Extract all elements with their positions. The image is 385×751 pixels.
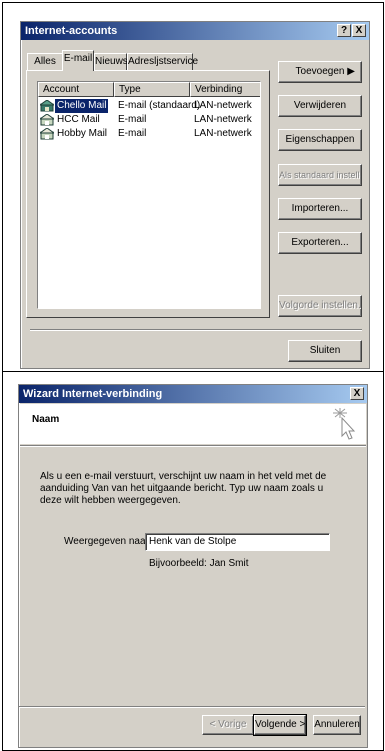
wizard-header: Naam: [20, 404, 366, 444]
account-name: Chello Mail: [55, 99, 109, 113]
wizard-header-divider: [20, 445, 366, 447]
mail-account-icon: [40, 114, 54, 126]
tab-alles[interactable]: Alles: [27, 53, 63, 70]
account-type: E-mail (standaard): [118, 100, 201, 111]
account-name: Hobby Mail: [57, 128, 108, 139]
account-connection: LAN-netwerk: [194, 128, 252, 139]
list-item[interactable]: Chello Mail E-mail (standaard) LAN-netwe…: [38, 99, 260, 113]
account-name: HCC Mail: [57, 114, 100, 125]
display-name-field[interactable]: Henk van de Stolpe: [145, 533, 330, 551]
next-button[interactable]: Volgende >: [253, 714, 307, 736]
remove-button[interactable]: Verwijderen: [278, 95, 362, 117]
list-item[interactable]: Hobby Mail E-mail LAN-netwerk: [38, 127, 260, 141]
close-dialog-button[interactable]: Sluiten: [288, 340, 362, 362]
display-name-example: Bijvoorbeeld: Jan Smit: [149, 558, 249, 569]
tab-label: E-mail: [63, 53, 93, 64]
account-type: E-mail: [118, 114, 147, 125]
add-button-label: Toevoegen: [295, 66, 345, 77]
display-name-label-text: Weergegeven naam:: [64, 536, 157, 547]
accounts-titlebar: Internet-accounts: [21, 22, 369, 40]
list-header: Account Type Verbinding: [38, 82, 260, 97]
wizard-titlebar: Wizard Internet-verbinding: [19, 385, 367, 403]
mail-account-icon: [40, 100, 54, 112]
wizard-title: Wizard Internet-verbinding: [23, 388, 163, 400]
tab-label: Nieuws: [95, 56, 128, 67]
account-connection: LAN-netwerk: [194, 114, 252, 125]
tab-adreslijstservice[interactable]: Adresljstservice: [127, 53, 198, 70]
close-button[interactable]: X: [352, 24, 366, 37]
tab-label: Alles: [34, 56, 56, 67]
wizard-header-title: Naam: [32, 414, 60, 425]
triangle-right-icon: ▶: [347, 66, 355, 77]
list-item[interactable]: HCC Mail E-mail LAN-netwerk: [38, 113, 260, 127]
mail-account-icon: [40, 128, 54, 140]
wizard-footer-divider: [19, 706, 365, 708]
properties-button[interactable]: Eigenschappen: [278, 129, 362, 151]
wizard-description: Als u een e-mail verstuurt, verschijnt u…: [40, 471, 327, 506]
account-type: E-mail: [118, 128, 147, 139]
help-button[interactable]: ?: [337, 24, 351, 37]
order-button[interactable]: Volgorde instellen...: [278, 295, 362, 317]
email-tab-panel: Account Type Verbinding Chello Mail E-ma…: [26, 70, 270, 318]
cursor-sparkle-icon: [333, 408, 356, 440]
back-button[interactable]: < Vorige: [202, 715, 254, 735]
add-button[interactable]: Toevoegen ▶: [278, 61, 362, 83]
column-account[interactable]: Account: [38, 82, 114, 97]
export-button[interactable]: Exporteren...: [278, 232, 362, 254]
account-connection: LAN-netwerk: [194, 100, 252, 111]
tab-label: Adresljstservice: [128, 56, 199, 67]
set-default-button[interactable]: Als standaard instellen: [278, 164, 362, 186]
tab-nieuws[interactable]: Nieuws: [94, 53, 128, 70]
wizard-close-button[interactable]: X: [350, 387, 364, 400]
tab-e-mail[interactable]: E-mail: [62, 50, 94, 71]
display-name-label: Weergegeven naam:: [64, 536, 157, 548]
accounts-divider: [30, 329, 362, 331]
column-type[interactable]: Type: [114, 82, 190, 97]
accounts-title: Internet-accounts: [25, 25, 118, 37]
column-connection[interactable]: Verbinding: [190, 82, 260, 97]
cancel-button[interactable]: Annuleren: [313, 715, 361, 735]
accounts-list[interactable]: Account Type Verbinding Chello Mail E-ma…: [37, 81, 261, 309]
import-button[interactable]: Importeren...: [278, 198, 362, 220]
